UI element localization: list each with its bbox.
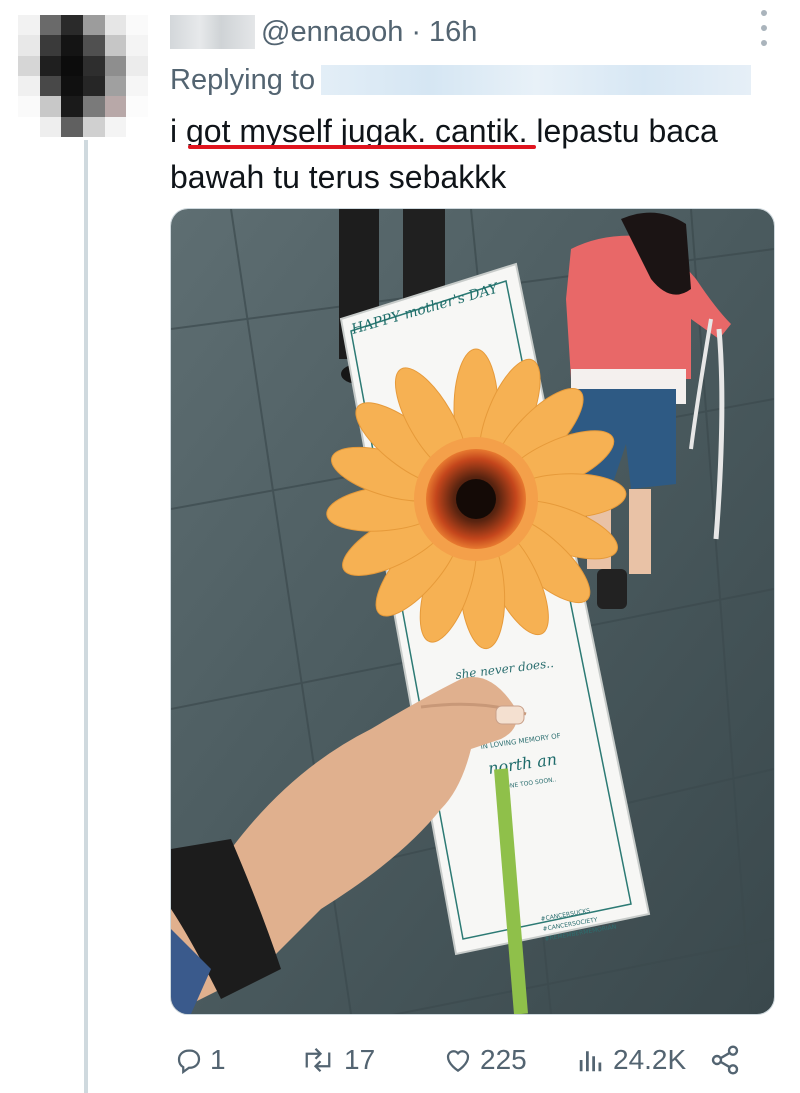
tweet-text-line: bawah tu terus sebakkk	[170, 159, 507, 195]
like-button[interactable]: 225	[442, 1035, 527, 1085]
retweet-button[interactable]: 17	[298, 1035, 375, 1085]
user-handle[interactable]: @ennaooh	[261, 16, 403, 49]
retweet-count: 17	[344, 1044, 376, 1075]
red-underline-annotation	[188, 145, 536, 149]
views-icon	[579, 1051, 602, 1072]
replying-label: Replying to	[170, 63, 316, 96]
replying-to: Replying to	[170, 60, 752, 100]
reply-icon	[177, 1049, 201, 1075]
tweet-photo[interactable]: HAPPY mother's DAY she never does.. IN L…	[170, 208, 775, 1015]
tweet-text: i got myself jugak. cantik. lepastu baca…	[170, 108, 780, 200]
reply-button[interactable]: 1	[174, 1035, 226, 1085]
share-icon	[711, 1045, 739, 1075]
like-icon	[446, 1050, 470, 1072]
retweet-icon	[305, 1047, 331, 1073]
separator-dot: ·	[411, 15, 422, 48]
more-icon[interactable]	[758, 10, 770, 46]
share-button[interactable]	[708, 1035, 748, 1085]
thread-line	[84, 140, 88, 1093]
avatar[interactable]	[18, 15, 148, 137]
views-button[interactable]: 24.2K	[575, 1035, 686, 1085]
display-name-blurred[interactable]	[170, 15, 255, 49]
tweet-actions: 1 17 225 24.2K	[170, 1035, 770, 1085]
like-count: 225	[480, 1044, 527, 1075]
mention-blurred[interactable]	[321, 65, 752, 95]
view-count: 24.2K	[613, 1044, 687, 1075]
reply-count: 1	[210, 1044, 226, 1075]
tweet-header: @ennaooh · 16h	[170, 12, 477, 52]
timestamp[interactable]: 16h	[429, 16, 477, 49]
